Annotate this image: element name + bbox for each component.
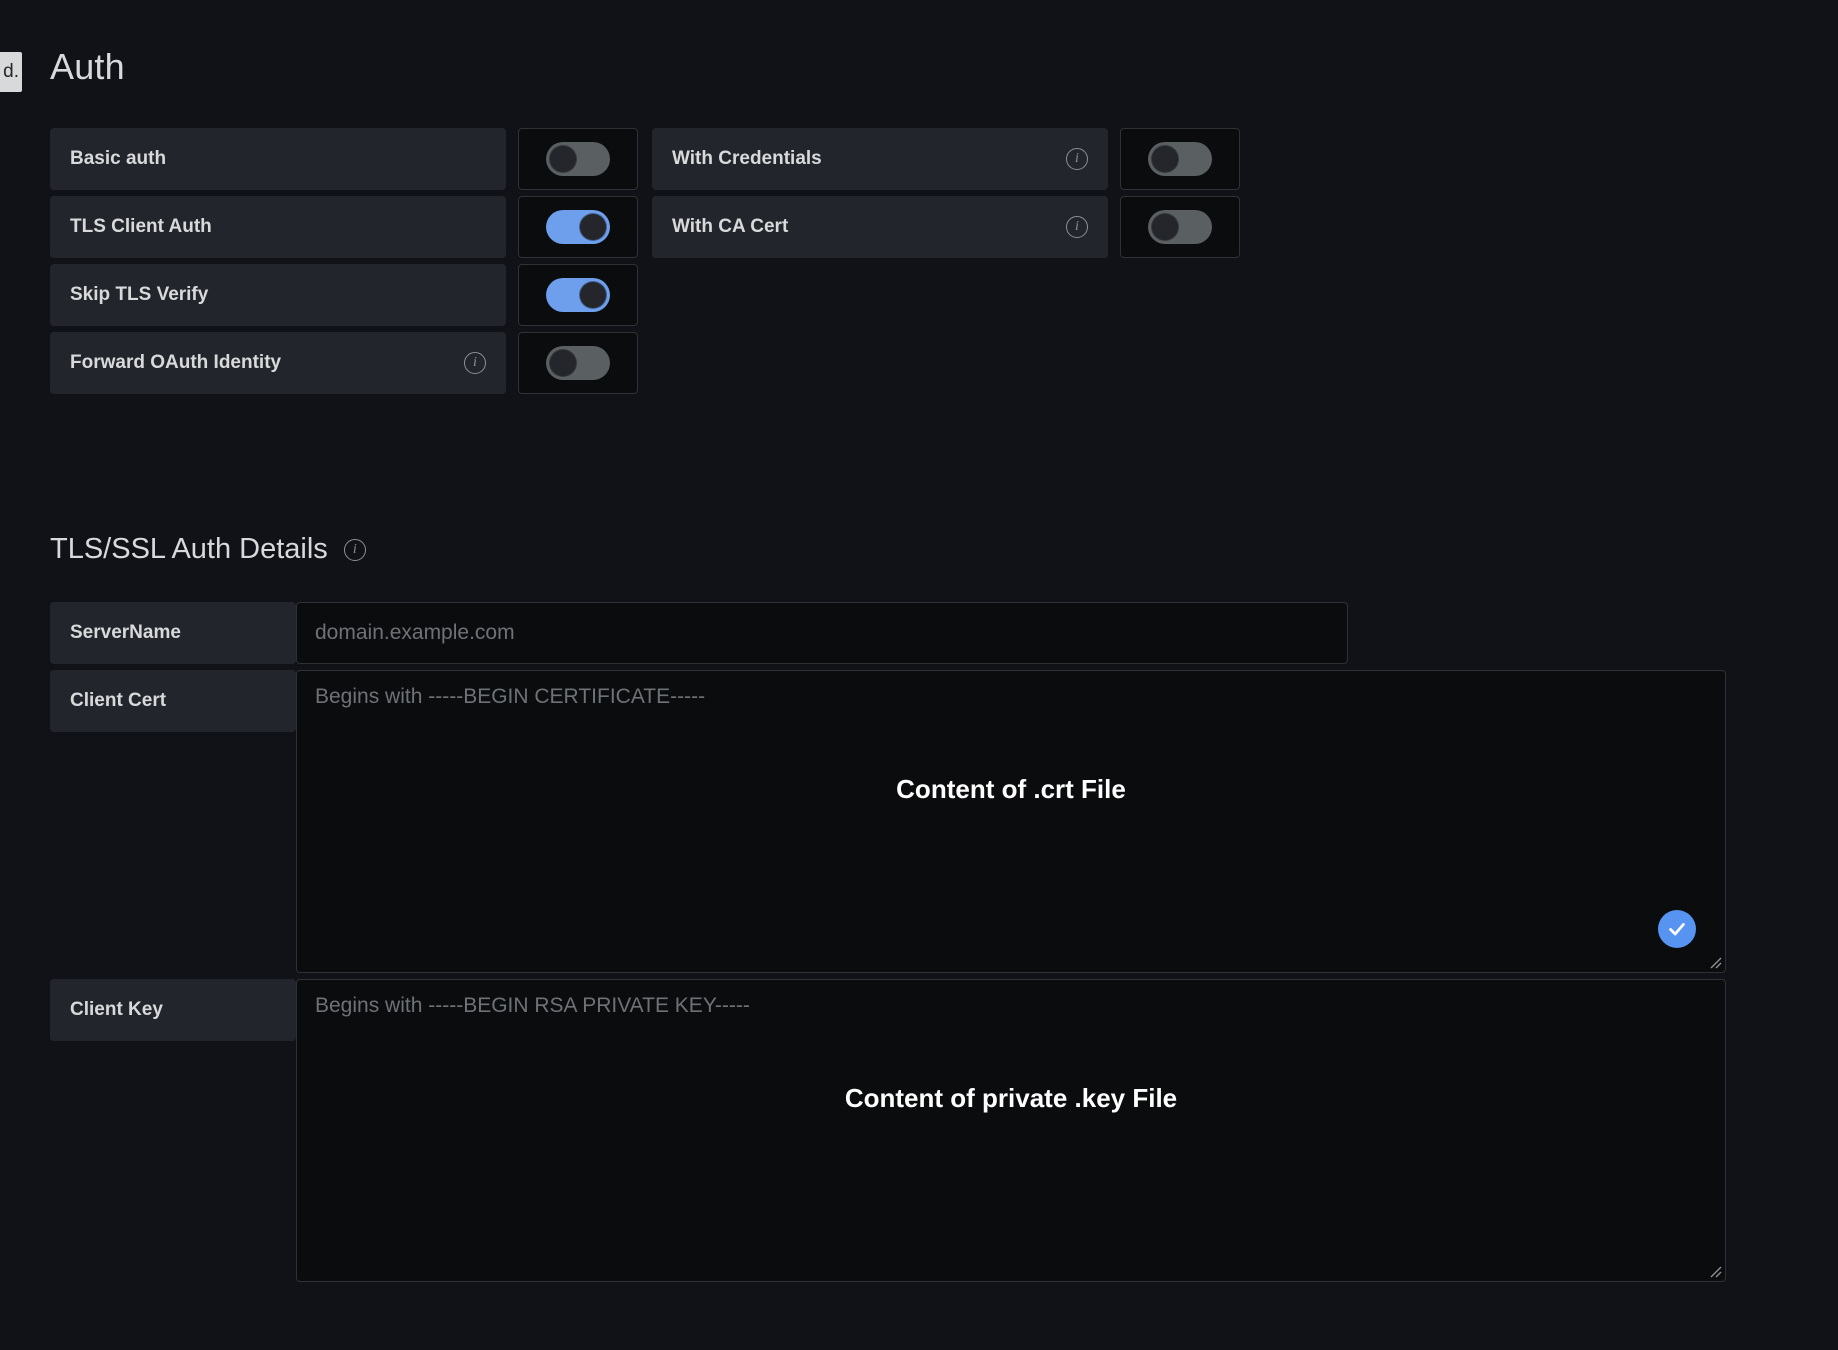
info-icon[interactable]: i [1066,216,1088,238]
toggle-knob-icon [1152,146,1178,172]
with-ca-cert-toggle[interactable] [1148,210,1212,244]
client-key-row: Client Key Content of private .key File [50,979,1726,1282]
basic-auth-switch-box[interactable] [518,128,638,190]
auth-row-forward-oauth-identity: Forward OAuth Identity i [50,332,1240,394]
tls-ssl-detail-fields: ServerName Client Cert Content of .crt F… [50,602,1726,1288]
server-name-row: ServerName [50,602,1726,664]
tls-client-auth-label: TLS Client Auth [70,216,212,237]
page-title: Auth [50,46,125,87]
section-title: TLS/SSL Auth Details [50,533,328,565]
with-ca-cert-switch-box[interactable] [1120,196,1240,258]
server-name-input[interactable] [296,602,1348,664]
skip-tls-verify-toggle[interactable] [546,278,610,312]
auth-settings-page: d. Auth Basic auth With Credentials i TL… [0,0,1838,1350]
client-key-textarea-wrap: Content of private .key File [296,979,1726,1282]
tls-client-auth-switch-box[interactable] [518,196,638,258]
toggle-knob-icon [580,214,606,240]
server-name-label-block: ServerName [50,602,296,664]
toggle-knob-icon [580,282,606,308]
forward-oauth-identity-label: Forward OAuth Identity [70,352,282,373]
basic-auth-label-block: Basic auth [50,128,506,190]
client-cert-label-block: Client Cert [50,670,296,732]
with-credentials-label-block: With Credentials i [652,128,1108,190]
with-credentials-toggle[interactable] [1148,142,1212,176]
forward-oauth-identity-toggle[interactable] [546,346,610,380]
client-key-textarea[interactable] [296,979,1726,1282]
with-ca-cert-label-block: With CA Cert i [652,196,1108,258]
with-ca-cert-label: With CA Cert [672,216,789,237]
client-cert-row: Client Cert Content of .crt File [50,670,1726,973]
check-icon [1669,923,1685,936]
skip-tls-verify-label: Skip TLS Verify [70,284,209,305]
info-icon[interactable]: i [1066,148,1088,170]
info-icon[interactable]: i [343,538,366,561]
tls-client-auth-label-block: TLS Client Auth [50,196,506,258]
client-cert-textarea-wrap: Content of .crt File [296,670,1726,973]
auth-toggle-group: Basic auth With Credentials i TLS Client… [50,128,1240,400]
skip-tls-verify-switch-box[interactable] [518,264,638,326]
skip-tls-verify-label-block: Skip TLS Verify [50,264,506,326]
forward-oauth-identity-switch-box[interactable] [518,332,638,394]
basic-auth-label: Basic auth [70,148,167,169]
auth-row-basic-auth: Basic auth With Credentials i [50,128,1240,190]
client-key-label: Client Key [70,999,163,1020]
client-key-label-block: Client Key [50,979,296,1041]
toggle-knob-icon [550,350,576,376]
toggle-knob-icon [550,146,576,172]
server-name-label: ServerName [70,622,181,643]
forward-oauth-identity-label-block: Forward OAuth Identity i [50,332,506,394]
tls-client-auth-toggle[interactable] [546,210,610,244]
client-cert-label: Client Cert [70,690,167,711]
with-credentials-label: With Credentials [672,148,822,169]
tls-ssl-section-header: TLS/SSL Auth Details i [50,533,366,566]
basic-auth-toggle[interactable] [546,142,610,176]
client-cert-textarea[interactable] [296,670,1726,973]
info-icon[interactable]: i [464,352,486,374]
auth-row-skip-tls-verify: Skip TLS Verify [50,264,1240,326]
client-cert-confirm-button[interactable] [1658,910,1696,948]
toggle-knob-icon [1152,214,1178,240]
with-credentials-switch-box[interactable] [1120,128,1240,190]
auth-row-tls-client-auth: TLS Client Auth With CA Cert i [50,196,1240,258]
truncated-tooltip-fragment: d. [0,52,22,92]
